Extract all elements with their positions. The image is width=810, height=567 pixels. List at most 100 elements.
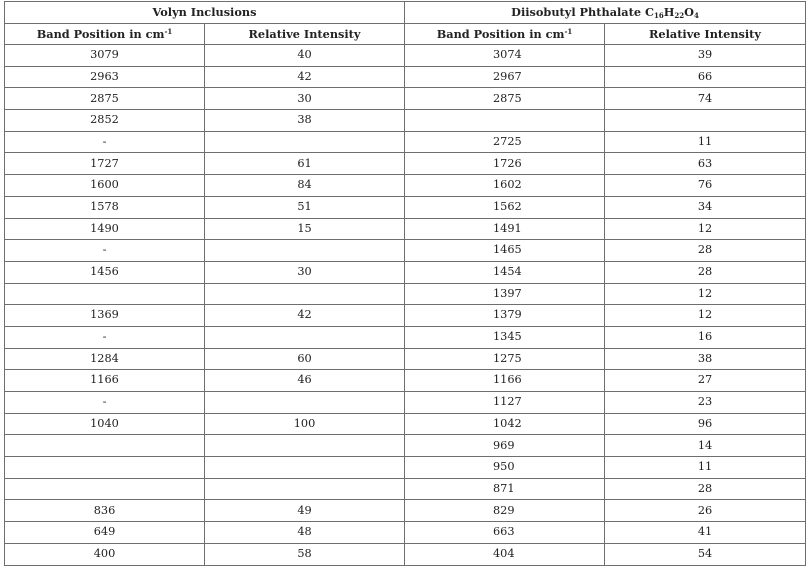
dibp-band-position-cell: 1127 [404,391,605,414]
table-row: 3079 40 3074 39 [4,44,807,67]
table-row: 1456 30 1454 28 [4,260,807,284]
volyn-relative-intensity-cell: 84 [204,174,405,197]
volyn-relative-intensity-cell: 42 [204,65,405,89]
volyn-band-position-cell: 2963 [4,65,205,89]
volyn-relative-intensity-cell: 100 [204,412,405,436]
volyn-band-position-cell: - [4,325,205,349]
dibp-band-position-cell: 950 [404,456,605,479]
volyn-relative-intensity-cell: 15 [204,217,405,241]
dibp-relative-intensity-cell: 63 [603,152,807,176]
table-row: 649 48 663 41 [4,521,807,544]
volyn-band-position-cell [4,282,205,306]
volyn-band-position-cell [4,456,205,479]
volyn-band-position-cell: 1040 [4,412,205,436]
table-row: 836 49 829 26 [4,499,807,523]
volyn-band-position-cell: 1284 [4,347,205,371]
dibp-band-position-cell: 1379 [404,304,605,327]
table-row: 1040 100 1042 96 [4,412,807,436]
dibp-band-position-cell: 1166 [404,369,605,392]
volyn-relative-intensity-cell: 61 [204,152,405,176]
volyn-relative-intensity-cell [204,456,405,479]
volyn-band-position-cell: 1369 [4,304,205,327]
dibp-band-position-cell: 3074 [404,44,605,67]
dibp-band-position-cell: 2967 [404,65,605,89]
volyn-band-position-cell: 836 [4,499,205,523]
table-body: 3079 40 3074 39 2963 42 2967 66 2875 30 2875 74 2852… [4,44,807,566]
volyn-relative-intensity-cell: 48 [204,521,405,544]
dibp-relative-intensity-cell: 11 [603,130,807,154]
dibp-band-position-cell: 871 [404,477,605,501]
table-row: 950 11 [4,456,807,479]
dibp-relative-intensity-cell: 39 [603,44,807,67]
volyn-relative-intensity-cell: 42 [204,304,405,327]
dibp-band-position-cell: 1275 [404,347,605,371]
dibp-band-position-cell: 1345 [404,325,605,349]
volyn-relative-intensity-cell: 30 [204,260,405,284]
dibp-relative-intensity-cell: 38 [603,347,807,371]
dibp-band-position-cell: 969 [404,434,605,458]
volyn-band-position-cell: 649 [4,521,205,544]
volyn-band-position-cell: 1600 [4,174,205,197]
volyn-relative-intensity-cell [204,434,405,458]
volyn-band-position-cell: 1456 [4,260,205,284]
dibp-relative-intensity-cell: 12 [603,282,807,306]
volyn-relative-intensity-cell [204,391,405,414]
dibp-relative-intensity-cell [603,109,807,132]
band-comparison-table: Volyn Inclusions Diisobutyl Phthalate C1… [4,1,807,566]
dibp-band-position-cell: 1562 [404,195,605,219]
dibp-band-position-cell: 1042 [404,412,605,436]
volyn-relative-intensity-header: Relative Intensity [204,23,405,45]
dibp-relative-intensity-cell: 54 [603,542,807,566]
volyn-relative-intensity-cell: 46 [204,369,405,392]
dibp-band-position-cell [404,109,605,132]
dibp-relative-intensity-header: Relative Intensity [603,23,807,45]
volyn-band-position-cell: 1490 [4,217,205,241]
group-header-row: Volyn Inclusions Diisobutyl Phthalate C1… [4,1,807,24]
table-row: 2875 30 2875 74 [4,87,807,111]
dibp-relative-intensity-cell: 28 [603,260,807,284]
dibp-relative-intensity-cell: 28 [603,477,807,501]
table-row: 1284 60 1275 38 [4,347,807,371]
dibp-band-position-cell: 1726 [404,152,605,176]
volyn-relative-intensity-cell: 30 [204,87,405,111]
volyn-band-position-cell [4,434,205,458]
table-row: 871 28 [4,477,807,501]
table-row: 2963 42 2967 66 [4,65,807,89]
dibp-relative-intensity-cell: 28 [603,239,807,262]
dibp-relative-intensity-cell: 14 [603,434,807,458]
table-row: 2852 38 [4,109,807,132]
dibp-band-position-cell: 1491 [404,217,605,241]
dibp-relative-intensity-cell: 12 [603,304,807,327]
volyn-band-position-cell: - [4,391,205,414]
dibp-relative-intensity-cell: 76 [603,174,807,197]
table-row: 1397 12 [4,282,807,306]
dibp-relative-intensity-cell: 11 [603,456,807,479]
dibp-relative-intensity-cell: 41 [603,521,807,544]
dibp-band-position-cell: 404 [404,542,605,566]
volyn-band-position-cell: 1166 [4,369,205,392]
dibp-relative-intensity-cell: 96 [603,412,807,436]
volyn-relative-intensity-cell [204,130,405,154]
volyn-band-position-cell: - [4,130,205,154]
volyn-relative-intensity-cell: 40 [204,44,405,67]
dibp-relative-intensity-cell: 26 [603,499,807,523]
dibp-band-position-cell: 2875 [404,87,605,111]
dibp-band-position-cell: 2725 [404,130,605,154]
volyn-band-position-cell: - [4,239,205,262]
table-row: 400 58 404 54 [4,542,807,566]
volyn-relative-intensity-cell [204,282,405,306]
table-row: - 1465 28 [4,239,807,262]
volyn-relative-intensity-cell: 38 [204,109,405,132]
column-header-row: Band Position in cm-1 Relative Intensity… [4,23,807,45]
table-row: 1166 46 1166 27 [4,369,807,392]
diisobutyl-phthalate-header: Diisobutyl Phthalate C16H22O4 [403,1,807,24]
volyn-relative-intensity-cell [204,477,405,501]
dibp-relative-intensity-cell: 23 [603,391,807,414]
dibp-relative-intensity-cell: 74 [603,87,807,111]
dibp-band-position-cell: 1454 [404,260,605,284]
dibp-band-position-cell: 1397 [404,282,605,306]
dibp-relative-intensity-cell: 34 [603,195,807,219]
table-row: 1490 15 1491 12 [4,217,807,241]
volyn-band-position-cell: 2852 [4,109,205,132]
volyn-band-position-cell: 1727 [4,152,205,176]
